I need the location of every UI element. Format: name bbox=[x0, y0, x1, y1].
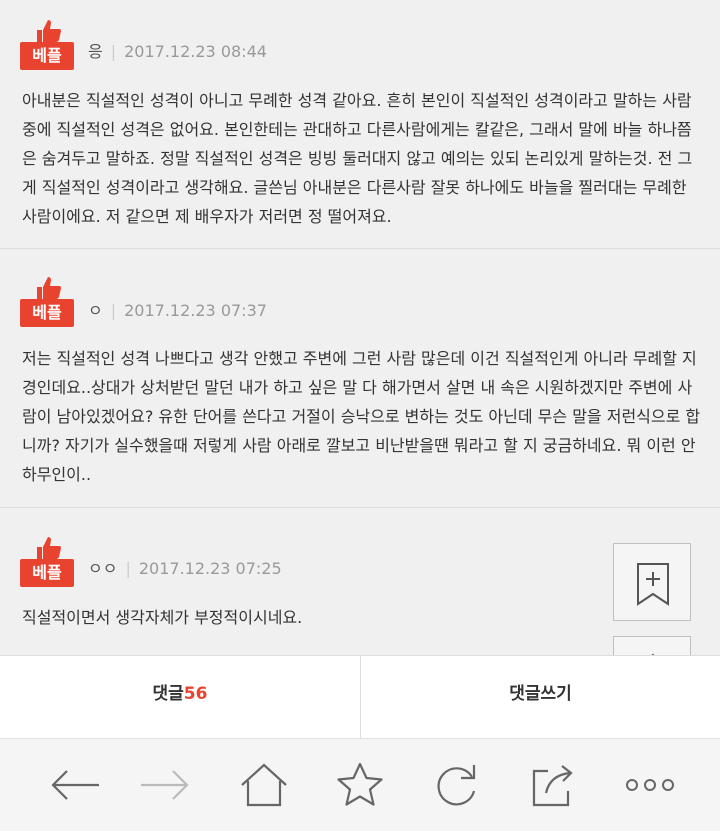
badge-label: 베플 bbox=[20, 42, 74, 70]
bookmark-button[interactable] bbox=[613, 543, 691, 621]
badge-label: 베플 bbox=[20, 559, 74, 587]
refresh-icon bbox=[437, 765, 476, 806]
tab-write-label: 댓글쓰기 bbox=[509, 684, 572, 704]
comment-text: 아내분은 직설적인 성격이 아니고 무례한 성격 같아요. 흔히 본인이 직설적… bbox=[22, 91, 693, 226]
comment-count: 56 bbox=[183, 684, 208, 704]
comment-nickname[interactable]: ㅇㅇ bbox=[88, 559, 117, 578]
tab-comments[interactable]: 댓글56 bbox=[0, 656, 361, 738]
comment-nickname[interactable]: 응 bbox=[88, 42, 103, 61]
back-arrow-icon bbox=[51, 770, 99, 800]
bookmark-plus-icon bbox=[637, 563, 669, 606]
browser-toolbar bbox=[0, 738, 720, 831]
comment-meta: ㅇ | 2017.12.23 07:37 bbox=[88, 297, 267, 321]
comment-meta: ㅇㅇ | 2017.12.23 07:25 bbox=[88, 555, 282, 579]
thumbs-up-icon bbox=[37, 277, 61, 299]
comment-tabs: 댓글56 댓글쓰기 bbox=[0, 655, 720, 739]
star-icon bbox=[337, 762, 383, 806]
thumbs-up-icon bbox=[37, 537, 61, 559]
forward-arrow-icon bbox=[141, 770, 189, 800]
comment-item: 베플 응 | 2017.12.23 08:44 아내분은 직설적인 성격이 아니고 … bbox=[0, 0, 720, 249]
share-button[interactable] bbox=[522, 757, 582, 813]
more-icon bbox=[626, 779, 674, 791]
comment-timestamp: 2017.12.23 08:44 bbox=[124, 42, 267, 61]
meta-separator: | bbox=[110, 42, 117, 61]
comment-text: 저는 직설적인 성격 나쁘다고 생각 안했고 주변에 그런 사람 많은데 이건 … bbox=[22, 349, 701, 484]
home-button[interactable] bbox=[234, 757, 294, 813]
meta-separator: | bbox=[110, 301, 117, 320]
refresh-button[interactable] bbox=[426, 757, 486, 813]
best-reply-badge: 베플 bbox=[20, 275, 76, 329]
meta-separator: | bbox=[125, 559, 131, 578]
best-reply-badge: 베플 bbox=[20, 18, 76, 72]
comment-timestamp: 2017.12.23 07:37 bbox=[124, 301, 267, 320]
tab-comments-label: 댓글 bbox=[152, 684, 184, 704]
comment-item: 베플 ㅇㅇ | 2017.12.23 07:25 직설적이면서 생각자체가 부정적이… bbox=[0, 508, 720, 655]
comment-timestamp: 2017.12.23 07:25 bbox=[138, 559, 282, 578]
comment-item: 베플 ㅇ | 2017.12.23 07:37 저는 직설적인 성격 나쁘다고 생각… bbox=[0, 249, 720, 508]
badge-label: 베플 bbox=[20, 299, 74, 327]
comment-nickname[interactable]: ㅇ bbox=[88, 301, 103, 320]
comment-text: 직설적이면서 생각자체가 부정적이시네요. bbox=[22, 608, 303, 627]
home-icon bbox=[241, 763, 287, 807]
forward-button[interactable] bbox=[135, 757, 195, 813]
bookmark-star-button[interactable] bbox=[330, 757, 390, 813]
more-button[interactable] bbox=[620, 757, 680, 813]
thumbs-up-icon bbox=[37, 20, 61, 42]
best-reply-badge: 베플 bbox=[20, 535, 76, 589]
back-button[interactable] bbox=[45, 757, 105, 813]
comment-meta: 응 | 2017.12.23 08:44 bbox=[88, 38, 267, 62]
tab-write-comment[interactable]: 댓글쓰기 bbox=[361, 656, 720, 738]
share-icon bbox=[532, 765, 573, 807]
